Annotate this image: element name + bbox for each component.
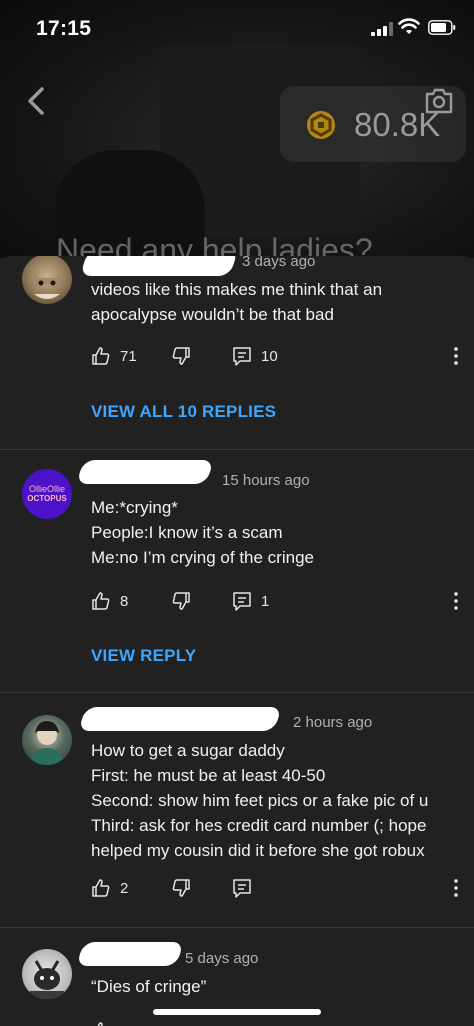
cat-avatar-icon — [32, 268, 62, 299]
comment-line: Third: ask for hes credit card number (;… — [91, 816, 427, 835]
avatar-text: OCTOPUS — [27, 494, 67, 503]
thumbs-up-icon — [92, 879, 110, 897]
comment-text: How to get a sugar daddy First: he must … — [91, 738, 428, 863]
comment-actions: 8 1 — [91, 588, 461, 614]
redacted-username — [76, 460, 214, 484]
comment-timestamp: 15 hours ago — [222, 472, 310, 489]
video-caption: Need any help ladies? — [56, 232, 373, 258]
comment-item: 3 days ago videos like this makes me thi… — [0, 256, 474, 450]
reply-button[interactable]: 10 — [232, 343, 278, 369]
status-bar: 17:15 — [0, 0, 474, 56]
camera-icon[interactable] — [424, 88, 454, 114]
comment-line: apocalypse wouldn’t be that bad — [91, 305, 334, 324]
comment-line: videos like this makes me think that an — [91, 280, 383, 299]
comments-panel: 3 days ago videos like this makes me thi… — [0, 256, 474, 1026]
avatar-text: OllieOllie — [28, 484, 65, 494]
like-count: 8 — [120, 592, 129, 610]
like-button[interactable]: 71 — [91, 343, 137, 369]
status-time: 17:15 — [36, 17, 92, 40]
avatar[interactable]: OllieOllie OCTOPUS — [22, 469, 72, 519]
redacted-username — [79, 256, 239, 276]
comment-timestamp: 3 days ago — [242, 256, 316, 270]
like-button[interactable]: 8 — [91, 588, 128, 614]
comment-text: “Dies of cringe” — [91, 974, 206, 999]
thumbs-down-icon — [172, 347, 190, 365]
comment-line: People:I know it’s a scam — [91, 523, 283, 542]
comment-line: “Dies of cringe” — [91, 977, 207, 996]
battery-icon — [428, 20, 456, 35]
thumbs-up-icon — [92, 347, 110, 365]
comment-line: helped my cousin did it before she got r… — [91, 841, 425, 860]
comment-line: Me:*crying* — [91, 498, 178, 517]
comment-line: How to get a sugar daddy — [91, 741, 285, 760]
thumbs-down-icon — [172, 592, 190, 610]
reply-icon — [233, 879, 251, 898]
view-replies-link[interactable]: VIEW ALL 10 REPLIES — [91, 402, 276, 422]
reply-icon — [233, 347, 251, 366]
avatar[interactable] — [22, 256, 72, 304]
comment-actions: 2 — [91, 875, 461, 901]
comment-item: 2 hours ago How to get a sugar daddy Fir… — [0, 693, 474, 928]
redacted-username — [78, 707, 282, 731]
avatar[interactable] — [22, 715, 72, 765]
like-count: 2 — [120, 879, 129, 897]
comment-text: videos like this makes me think that an … — [91, 277, 382, 327]
home-indicator[interactable] — [153, 1009, 321, 1015]
comment-timestamp: 5 days ago — [185, 950, 259, 967]
comment-actions-partial — [91, 1018, 461, 1026]
comment-line: Me:no I’m crying of the cringe — [91, 548, 314, 567]
redacted-username — [76, 942, 184, 966]
wifi-icon — [398, 18, 420, 34]
reply-count: 10 — [261, 347, 278, 365]
back-arrow-icon[interactable] — [20, 84, 54, 118]
character-avatar-icon — [30, 960, 64, 999]
reply-icon — [233, 592, 251, 611]
reply-count: 1 — [261, 592, 270, 610]
signal-icon — [371, 22, 393, 36]
robux-icon — [307, 111, 335, 139]
reply-button[interactable] — [232, 875, 252, 901]
comment-text: Me:*crying* People:I know it’s a scam Me… — [91, 495, 314, 570]
dislike-button[interactable] — [171, 588, 191, 614]
comment-timestamp: 2 hours ago — [293, 714, 373, 731]
more-options-icon[interactable] — [451, 877, 461, 899]
view-reply-link[interactable]: VIEW REPLY — [91, 646, 196, 666]
more-options-icon[interactable] — [451, 590, 461, 612]
more-options-icon[interactable] — [451, 345, 461, 367]
comment-line: Second: show him feet pics or a fake pic… — [91, 791, 429, 810]
comment-line: First: he must be at least 40-50 — [91, 766, 326, 785]
comment-item: OllieOllie OCTOPUS 15 hours ago Me:*cryi… — [0, 450, 474, 693]
like-button[interactable] — [91, 1018, 111, 1026]
like-count: 71 — [120, 347, 137, 365]
avatar[interactable] — [22, 949, 72, 999]
dislike-button[interactable] — [171, 875, 191, 901]
comment-actions: 71 10 — [91, 343, 461, 369]
thumbs-up-icon — [92, 592, 110, 610]
thumbs-up-icon — [97, 1022, 103, 1026]
thumbs-down-icon — [172, 879, 190, 897]
like-button[interactable]: 2 — [91, 875, 128, 901]
reply-button[interactable]: 1 — [232, 588, 269, 614]
dislike-button[interactable] — [171, 343, 191, 369]
person-avatar-icon — [30, 721, 64, 765]
